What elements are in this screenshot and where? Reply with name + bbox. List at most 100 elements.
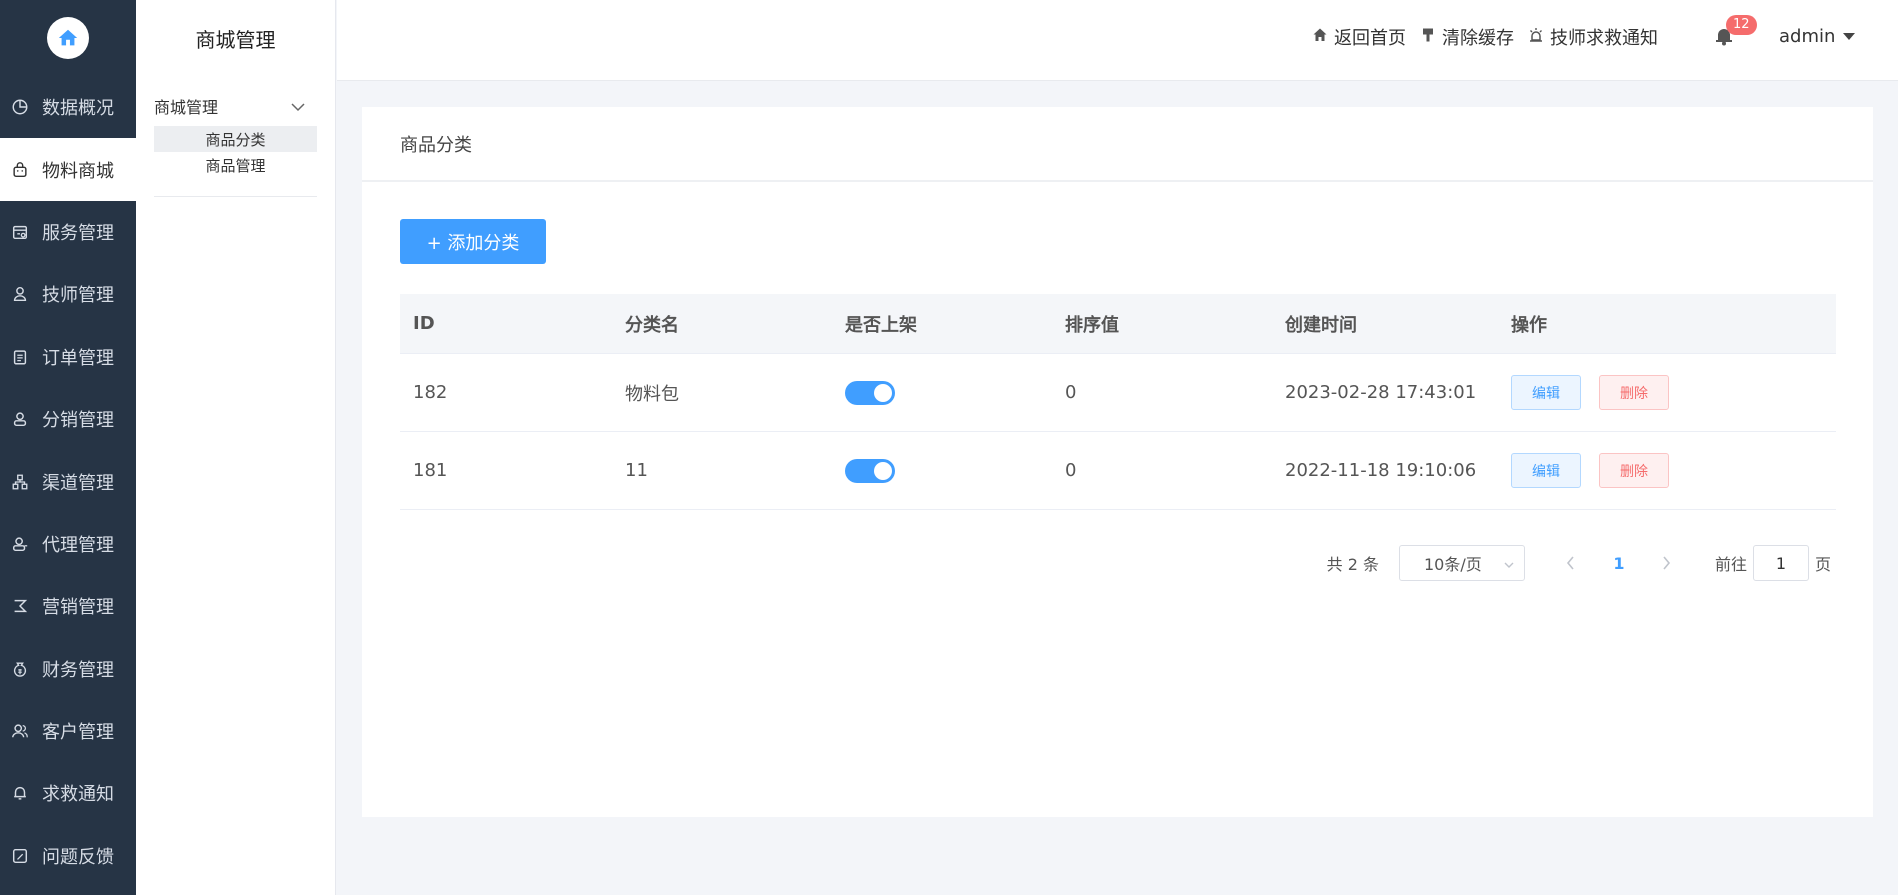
sidebar-item-label: 分销管理	[42, 410, 114, 432]
sidebar-item-orders[interactable]: 订单管理	[0, 326, 136, 388]
caret-down-icon	[1843, 33, 1856, 40]
page-size-value: 10条/页	[1423, 555, 1482, 574]
user-menu[interactable]: admin	[1779, 26, 1856, 47]
sidebar-item-label: 渠道管理	[42, 472, 114, 494]
person-icon	[10, 284, 30, 304]
sidebar-item-label: 物料商城	[42, 160, 114, 182]
alarm-icon	[1528, 27, 1544, 48]
agent-icon	[10, 534, 30, 554]
bell-icon	[10, 783, 30, 803]
sidebar-item-technician[interactable]: 技师管理	[0, 263, 136, 325]
table-row: 182 物料包 0 2023-02-28 17:43:01 编辑 删除	[400, 354, 1836, 432]
sidebar-item-mall[interactable]: 物料商城	[0, 138, 136, 201]
sidebar-item-distribution[interactable]: 分销管理	[0, 388, 136, 450]
column-header-sort: 排序值	[1065, 314, 1119, 336]
sidebar-item-label: 代理管理	[42, 534, 114, 556]
chevron-down-icon	[291, 97, 305, 116]
cell-sort: 0	[1065, 460, 1077, 481]
divider	[154, 196, 317, 197]
feedback-icon	[10, 846, 30, 866]
sidebar-item-label: 订单管理	[42, 347, 114, 369]
column-header-on-shelf: 是否上架	[845, 314, 917, 336]
home-icon	[1312, 27, 1328, 48]
cell-sort: 0	[1065, 382, 1077, 403]
edit-button[interactable]: 编辑	[1511, 375, 1581, 410]
prev-page-button[interactable]	[1547, 556, 1595, 570]
clear-cache-label: 清除缓存	[1442, 28, 1514, 49]
edit-button[interactable]: 编辑	[1511, 453, 1581, 488]
sidebar-item-label: 财务管理	[42, 659, 114, 681]
sidebar-item-label: 问题反馈	[42, 846, 114, 868]
bag-icon	[10, 160, 30, 180]
sidebar-item-customers[interactable]: 客户管理	[0, 700, 136, 762]
goto-suffix: 页	[1814, 555, 1831, 574]
sidebar-item-label: 技师管理	[42, 285, 114, 307]
cell-name: 物料包	[625, 383, 679, 405]
sidebar-item-marketing[interactable]: 营销管理	[0, 575, 136, 637]
pagination: 共 2 条 10条/页 1 前往 页	[1327, 545, 1831, 581]
page-size-select[interactable]: 10条/页	[1398, 545, 1525, 581]
user-name: admin	[1779, 26, 1836, 47]
content-card: 商品分类 + 添加分类 ID 分类名 是否上架 排序值 创建时间 操作 182 …	[362, 107, 1873, 817]
rescue-notice-link[interactable]: 技师求救通知	[1528, 24, 1658, 50]
sidebar-item-channel[interactable]: 渠道管理	[0, 450, 136, 512]
page-title: 商品分类	[362, 107, 1873, 182]
table-row: 181 11 0 2022-11-18 19:10:06 编辑 删除	[400, 432, 1836, 510]
sidebar-item-rescue[interactable]: 求救通知	[0, 762, 136, 824]
top-bar: 返回首页 清除缓存 技师求救通知 12 admin	[337, 0, 1898, 81]
on-shelf-toggle[interactable]	[845, 380, 895, 405]
return-home-link[interactable]: 返回首页	[1312, 24, 1406, 50]
submenu-item-products[interactable]: 商品管理	[154, 152, 317, 178]
goto-page-input[interactable]	[1752, 545, 1809, 581]
add-category-button[interactable]: + 添加分类	[400, 219, 546, 264]
delete-button[interactable]: 删除	[1599, 375, 1669, 410]
money-icon	[10, 659, 30, 679]
user-icon	[10, 409, 30, 429]
customers-icon	[10, 721, 30, 741]
secondary-sidebar: 商城管理 商城管理 商品分类 商品管理	[136, 0, 336, 895]
sidebar-item-feedback[interactable]: 问题反馈	[0, 825, 136, 887]
menu-group-mall[interactable]: 商城管理	[136, 86, 335, 126]
column-header-created: 创建时间	[1285, 314, 1357, 336]
delete-button[interactable]: 删除	[1599, 453, 1669, 488]
column-header-name: 分类名	[625, 314, 679, 336]
sidebar-item-service[interactable]: 服务管理	[0, 201, 136, 263]
cell-id: 181	[413, 460, 448, 481]
column-header-id: ID	[413, 313, 435, 334]
column-header-actions: 操作	[1511, 314, 1547, 336]
submenu-item-category[interactable]: 商品分类	[154, 126, 317, 152]
table-header: ID 分类名 是否上架 排序值 创建时间 操作	[400, 294, 1836, 354]
menu-group-label: 商城管理	[154, 98, 219, 117]
sidebar-item-label: 服务管理	[42, 222, 114, 244]
sidebar-item-label: 客户管理	[42, 722, 114, 744]
return-home-label: 返回首页	[1334, 28, 1406, 49]
goto-page: 前往 页	[1715, 545, 1831, 581]
category-table: ID 分类名 是否上架 排序值 创建时间 操作 182 物料包 0 2023-0…	[400, 294, 1836, 510]
sidebar-item-label: 数据概况	[42, 98, 114, 120]
sidebar-item-agent[interactable]: 代理管理	[0, 513, 136, 575]
next-page-button[interactable]	[1643, 556, 1691, 570]
service-icon	[10, 222, 30, 242]
sidebar-item-finance[interactable]: 财务管理	[0, 638, 136, 700]
goto-prefix: 前往	[1714, 555, 1747, 574]
main-sidebar: 数据概况 物料商城 服务管理 技师管理 订单管理 分销管理 渠道管理 代理管理 …	[0, 0, 136, 895]
brush-icon	[1420, 27, 1436, 48]
secondary-sidebar-title: 商城管理	[195, 27, 276, 52]
chevron-down-icon	[1504, 554, 1514, 573]
marketing-icon	[10, 596, 30, 616]
network-icon	[10, 472, 30, 492]
logo-area	[0, 0, 136, 76]
clear-cache-link[interactable]: 清除缓存	[1420, 24, 1514, 50]
notification-badge: 12	[1726, 15, 1757, 35]
pagination-total: 共 2 条	[1326, 555, 1379, 574]
home-logo-icon[interactable]	[47, 17, 89, 59]
cell-created: 2022-11-18 19:10:06	[1285, 460, 1477, 481]
sidebar-item-data-overview[interactable]: 数据概况	[0, 76, 136, 138]
page-number-current[interactable]: 1	[1595, 554, 1643, 573]
cell-name: 11	[625, 460, 648, 481]
pie-chart-icon	[10, 97, 30, 117]
on-shelf-toggle[interactable]	[845, 458, 895, 483]
sidebar-item-label: 营销管理	[42, 597, 114, 619]
cell-id: 182	[413, 382, 448, 403]
clipboard-icon	[10, 347, 30, 367]
